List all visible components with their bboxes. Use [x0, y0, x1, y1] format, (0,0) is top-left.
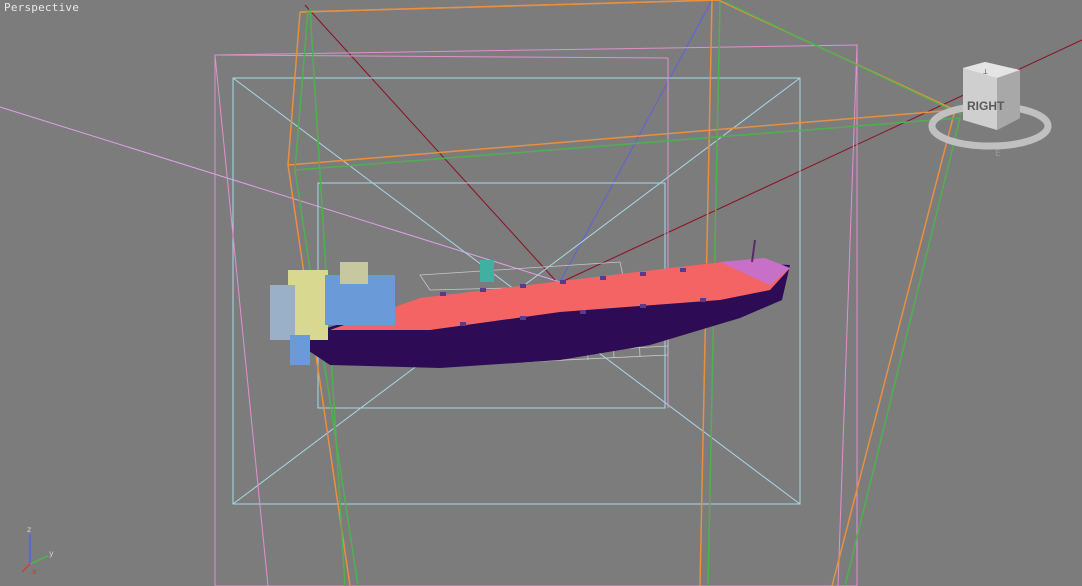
foremast [751, 239, 756, 263]
viewcube-face-label[interactable]: RIGHT [967, 99, 1005, 113]
z-axis-label: z [27, 525, 31, 534]
x-axis-line [21, 563, 31, 573]
stern-structure [270, 285, 295, 340]
viewcube-ring-label: E [995, 149, 1000, 159]
ship-model[interactable] [270, 239, 790, 368]
camera-target-line-red [304, 4, 556, 281]
x-axis-label: x [32, 567, 37, 574]
rudder [290, 335, 310, 365]
viewcube[interactable]: RIGHT ⊥ E [925, 58, 1055, 160]
perspective-viewport[interactable]: Perspective RIGHT ⊥ E z y x [0, 0, 1082, 586]
camera-guide-line-pink [0, 106, 561, 283]
scene-3d-view[interactable] [0, 0, 1082, 586]
viewport-label[interactable]: Perspective [4, 1, 79, 14]
viewcube-top-label: ⊥ [983, 67, 988, 76]
crane-tower [480, 260, 494, 282]
y-axis-line [29, 555, 49, 565]
y-axis-label: y [49, 549, 54, 558]
funnel [340, 262, 368, 284]
axis-tripod: z y x [21, 525, 54, 574]
